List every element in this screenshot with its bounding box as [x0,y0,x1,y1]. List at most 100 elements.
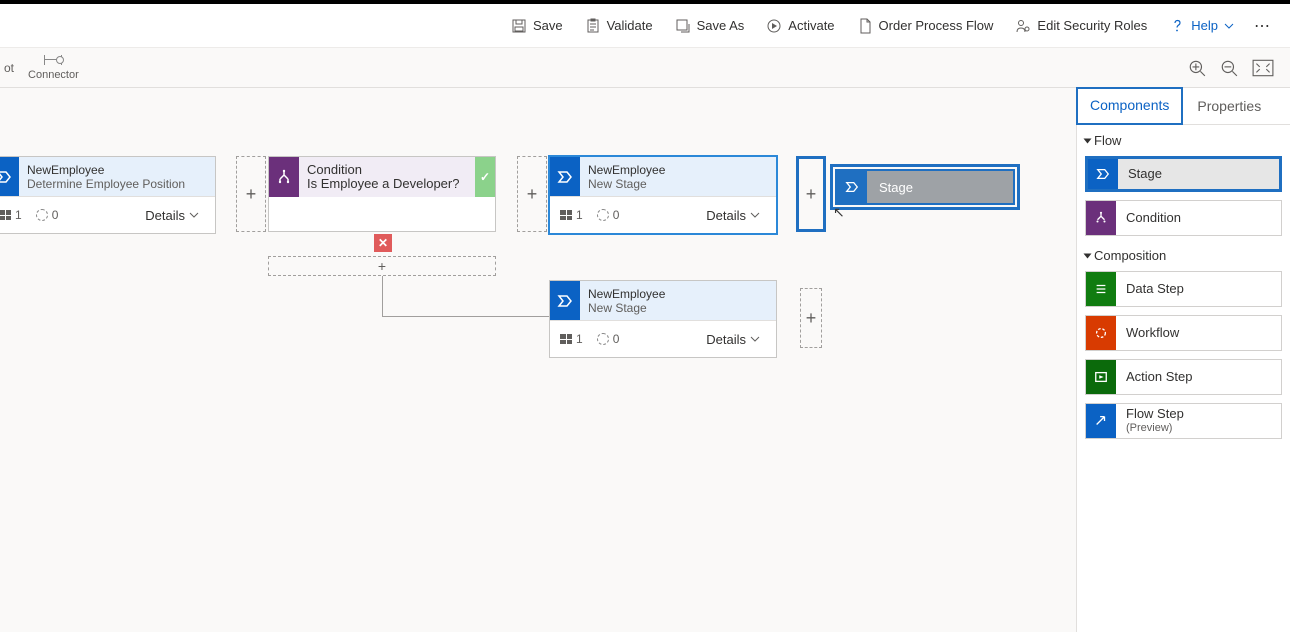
more-button[interactable]: ⋯ [1246,10,1280,42]
ghost-label: Stage [879,180,913,195]
document-icon [857,18,873,34]
stage-icon [837,171,867,203]
component-label: Data Step [1116,282,1184,296]
chevron-down-icon [189,210,199,220]
add-slot[interactable]: + [236,156,266,232]
fit-screen-button[interactable] [1252,59,1274,77]
stage-node-2[interactable]: NewEmployee New Stage 1 0 Details [549,156,777,234]
loop-icon [597,209,609,221]
chevron-down-icon [750,334,760,344]
component-label: Condition [1116,211,1181,225]
save-as-label: Save As [697,18,745,33]
clipboard-icon [585,18,601,34]
component-flow-step[interactable]: Flow Step (Preview) [1085,403,1282,439]
collapse-icon [1084,138,1092,143]
order-flow-button[interactable]: Order Process Flow [847,12,1004,40]
stage-icon [1088,159,1118,189]
condition-false-icon: ✕ [374,234,392,252]
validate-button[interactable]: Validate [575,12,663,40]
component-data-step[interactable]: Data Step [1085,271,1282,307]
stage-name: New Stage [588,301,768,315]
connector-line [382,316,550,317]
details-button[interactable]: Details [139,207,205,224]
section-label: Composition [1094,248,1166,263]
details-label: Details [706,208,746,223]
details-button[interactable]: Details [700,331,766,348]
section-composition[interactable]: Composition [1077,240,1290,267]
tab-label: Components [1090,97,1169,113]
security-roles-button[interactable]: Edit Security Roles [1005,12,1157,40]
stage-icon [0,157,19,196]
section-flow[interactable]: Flow [1077,125,1290,152]
connector-tool[interactable]: Connector [20,53,87,83]
details-button[interactable]: Details [700,207,766,224]
loop-icon [597,333,609,345]
stage-entity: NewEmployee [588,287,768,301]
tab-properties[interactable]: Properties [1183,88,1275,124]
plus-icon: + [806,308,817,329]
security-label: Edit Security Roles [1037,18,1147,33]
steps-icon [560,334,572,344]
component-workflow[interactable]: Workflow [1085,315,1282,351]
component-label: Workflow [1116,326,1179,340]
plus-icon: + [527,184,538,205]
save-as-button[interactable]: Save As [665,12,755,40]
component-condition[interactable]: Condition [1085,200,1282,236]
tab-components[interactable]: Components [1076,87,1183,125]
stage-icon [550,281,580,320]
add-slot[interactable]: + [800,288,822,348]
details-label: Details [706,332,746,347]
workflow-icon [1086,316,1116,350]
component-label: Stage [1118,167,1162,181]
side-panel: Components Properties Flow Stage Conditi… [1076,88,1290,632]
validate-label: Validate [607,18,653,33]
stage-entity: NewEmployee [588,163,768,177]
condition-node[interactable]: Condition Is Employee a Developer? ✓ [268,156,496,232]
steps-count: 1 [576,208,583,222]
drag-ghost-wrapper: Stage [830,164,1020,210]
condition-icon [269,157,299,197]
add-slot-below-condition[interactable]: + [268,256,496,276]
person-gear-icon [1015,18,1031,34]
condition-true-icon: ✓ [475,157,495,197]
loop-count: 0 [613,332,620,346]
collapse-icon [1084,253,1092,258]
help-button[interactable]: Help [1159,12,1244,40]
activate-button[interactable]: Activate [756,12,844,40]
data-step-icon [1086,272,1116,306]
save-button[interactable]: Save [501,12,573,40]
add-slot[interactable]: + [517,156,547,232]
stage-node-1[interactable]: NewEmployee Determine Employee Position … [0,156,216,234]
stage-name: Determine Employee Position [27,177,207,191]
section-label: Flow [1094,133,1121,148]
chevron-down-icon [1224,21,1234,31]
flow-step-sublabel: (Preview) [1126,421,1184,435]
zoom-out-button[interactable] [1220,59,1238,77]
loop-icon [36,209,48,221]
add-slot-drop-target[interactable]: + [796,156,826,232]
condition-icon [1086,201,1116,235]
flow-step-label: Flow Step [1126,406,1184,421]
component-stage[interactable]: Stage [1085,156,1282,192]
details-label: Details [145,208,185,223]
stage-node-3[interactable]: NewEmployee New Stage 1 0 Details [549,280,777,358]
connector-icon [44,55,62,65]
loop-count: 0 [613,208,620,222]
connector-line [382,276,383,316]
help-icon [1169,18,1185,34]
component-label: Flow Step (Preview) [1116,407,1184,435]
save-label: Save [533,18,563,33]
steps-count: 1 [15,208,22,222]
drag-ghost-stage: Stage [835,169,1015,205]
steps-count: 1 [576,332,583,346]
tab-label: Properties [1197,98,1261,114]
connector-label: Connector [28,69,79,81]
activate-icon [766,18,782,34]
component-action-step[interactable]: Action Step [1085,359,1282,395]
zoom-in-button[interactable] [1188,59,1206,77]
plus-icon: + [806,184,817,205]
zoom-controls [1188,59,1274,77]
side-tabs: Components Properties [1077,88,1290,125]
condition-question: Is Employee a Developer? [307,177,467,191]
designer-canvas[interactable]: NewEmployee Determine Employee Position … [0,88,1076,632]
